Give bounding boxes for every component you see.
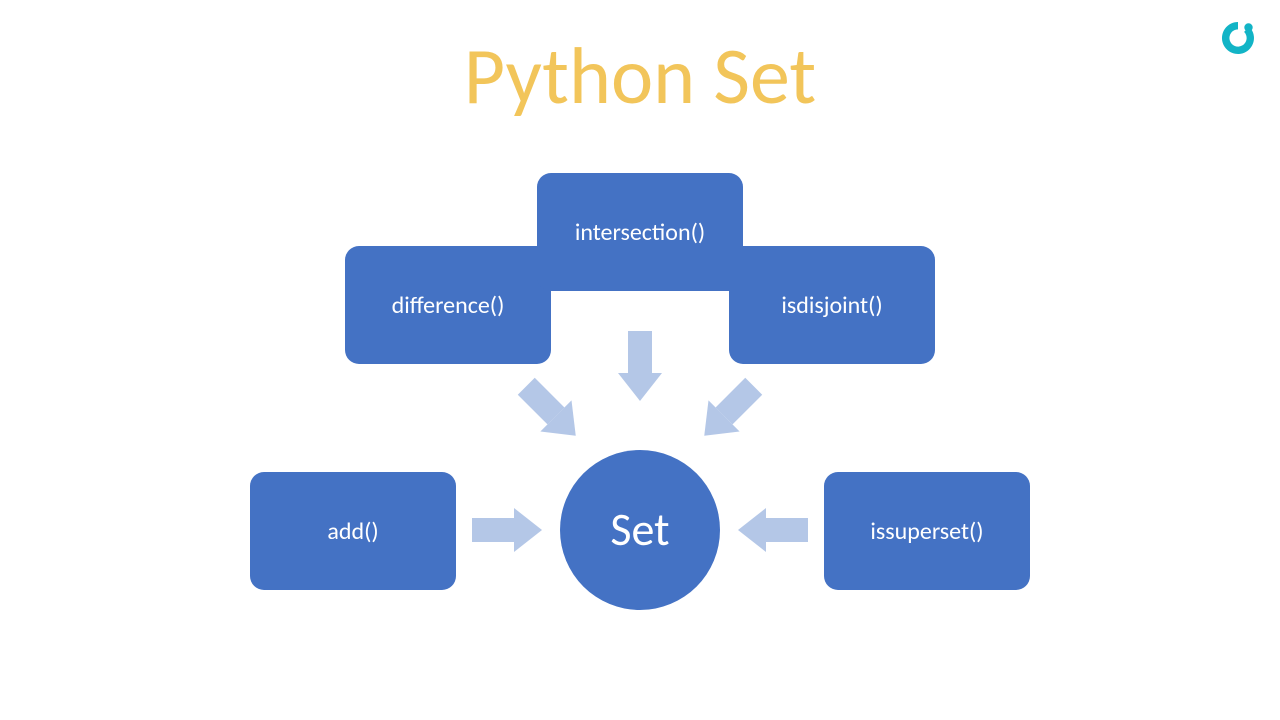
arrow-isdisjoint-to-set: [689, 371, 770, 452]
node-difference: difference(): [345, 246, 551, 364]
page-title: Python Set: [0, 28, 1280, 125]
arrow-add-to-set: [472, 508, 542, 552]
node-label: difference(): [392, 291, 505, 320]
node-issuperset: issuperset(): [824, 472, 1030, 590]
arrow-issuperset-to-set: [738, 508, 808, 552]
node-label: add(): [327, 517, 378, 546]
node-add: add(): [250, 472, 456, 590]
arrow-intersection-to-set: [618, 331, 662, 401]
node-label: issuperset(): [870, 517, 983, 546]
center-node-set: Set: [560, 450, 720, 610]
node-label: isdisjoint(): [781, 291, 882, 320]
node-intersection: intersection(): [537, 173, 743, 291]
node-label: intersection(): [575, 218, 705, 247]
arrow-difference-to-set: [511, 371, 592, 452]
node-isdisjoint: isdisjoint(): [729, 246, 935, 364]
center-label: Set: [610, 502, 669, 558]
